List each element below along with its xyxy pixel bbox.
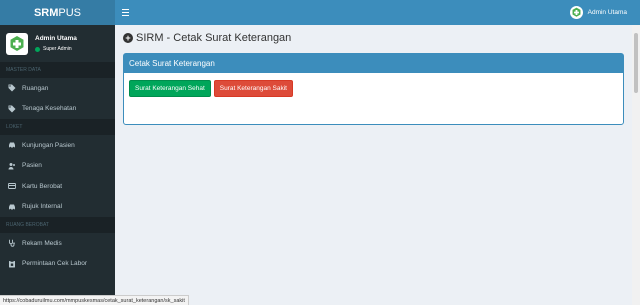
car-icon xyxy=(8,203,16,211)
sidebar-item-rekam-medis[interactable]: Rekam Medis xyxy=(0,233,115,254)
app-logo[interactable]: SRM PUS xyxy=(0,0,115,25)
sidebar-item-label: Rekam Medis xyxy=(22,239,62,247)
sidebar-item-label: Ruangan xyxy=(22,84,49,92)
sidebar-item-label: Pasien xyxy=(22,162,42,170)
logo-light-text: PUS xyxy=(58,6,82,19)
sidebar-item-label: Permintaan Cek Labor xyxy=(22,260,88,268)
tag-icon xyxy=(8,84,16,92)
sidebar-item-kunjungan-pasien[interactable]: Kunjungan Pasien xyxy=(0,135,115,156)
sidebar-item-pasien[interactable]: Pasien xyxy=(0,156,115,177)
menu-header-ruang-berobat: RUANG BEROBAT xyxy=(0,217,115,233)
surat-sakit-button[interactable]: Surat Keterangan Sakit xyxy=(213,80,293,97)
menu-header-master-data: MASTER DATA xyxy=(0,62,115,78)
health-logo-icon xyxy=(10,35,24,51)
sidebar-item-label: Kartu Berobat xyxy=(22,182,63,190)
main-content: + SIRM - Cetak Surat Keterangan Cetak Su… xyxy=(115,25,640,305)
page-title: + SIRM - Cetak Surat Keterangan xyxy=(123,32,291,44)
user-menu[interactable]: Admin Utama xyxy=(569,6,627,19)
sidebar-item-kartu-berobat[interactable]: Kartu Berobat xyxy=(0,176,115,197)
browser-status-url: https://cobaduruilmu.com/mmpuskesmas/cet… xyxy=(0,295,189,305)
plus-circle-icon: + xyxy=(123,33,133,43)
credit-card-icon xyxy=(8,182,16,190)
logo-bold-text: SRM xyxy=(33,6,59,19)
tag-icon xyxy=(8,105,16,113)
user-avatar-small xyxy=(569,6,583,19)
box-body: Surat Keterangan Sehat Surat Keterangan … xyxy=(124,73,623,104)
user-panel: Admin Utama Super Admin xyxy=(0,25,115,62)
user-name: Admin Utama xyxy=(35,35,77,42)
surat-sehat-button[interactable]: Surat Keterangan Sehat xyxy=(129,80,211,97)
box-header: Cetak Surat Keterangan xyxy=(124,54,623,73)
users-icon xyxy=(8,162,16,170)
sidebar: SRM PUS Admin Utama Super Admin MASTER DA… xyxy=(0,0,115,305)
user-role-label: Super Admin xyxy=(43,46,72,52)
car-icon xyxy=(8,141,16,149)
sidebar-item-ruangan[interactable]: Ruangan xyxy=(0,78,115,99)
sidebar-item-label: Kunjungan Pasien xyxy=(22,141,75,149)
health-logo-icon xyxy=(572,7,581,17)
sidebar-toggle-icon[interactable] xyxy=(122,8,132,18)
online-status-icon xyxy=(35,46,40,52)
scroll-thumb[interactable] xyxy=(634,33,638,93)
sidebar-item-permintaan-cek-labor[interactable]: Permintaan Cek Labor xyxy=(0,254,115,275)
menu-header-loket: LOKET xyxy=(0,119,115,135)
top-navbar: Admin Utama xyxy=(115,0,640,25)
sidebar-item-label: Tenaga Kesehatan xyxy=(22,105,77,113)
vertical-scrollbar[interactable] xyxy=(632,25,640,305)
cetak-surat-box: Cetak Surat Keterangan Surat Keterangan … xyxy=(123,53,624,125)
stethoscope-icon xyxy=(8,239,16,247)
sidebar-item-tenaga-kesehatan[interactable]: Tenaga Kesehatan xyxy=(0,99,115,120)
clipboard-icon xyxy=(8,260,16,268)
page-title-text: SIRM - Cetak Surat Keterangan xyxy=(136,32,292,44)
user-role: Super Admin xyxy=(35,46,77,52)
user-avatar xyxy=(6,32,28,55)
sidebar-item-label: Rujuk Internal xyxy=(22,203,63,211)
sidebar-item-rujuk-internal[interactable]: Rujuk Internal xyxy=(0,197,115,218)
top-username: Admin Utama xyxy=(587,9,627,16)
